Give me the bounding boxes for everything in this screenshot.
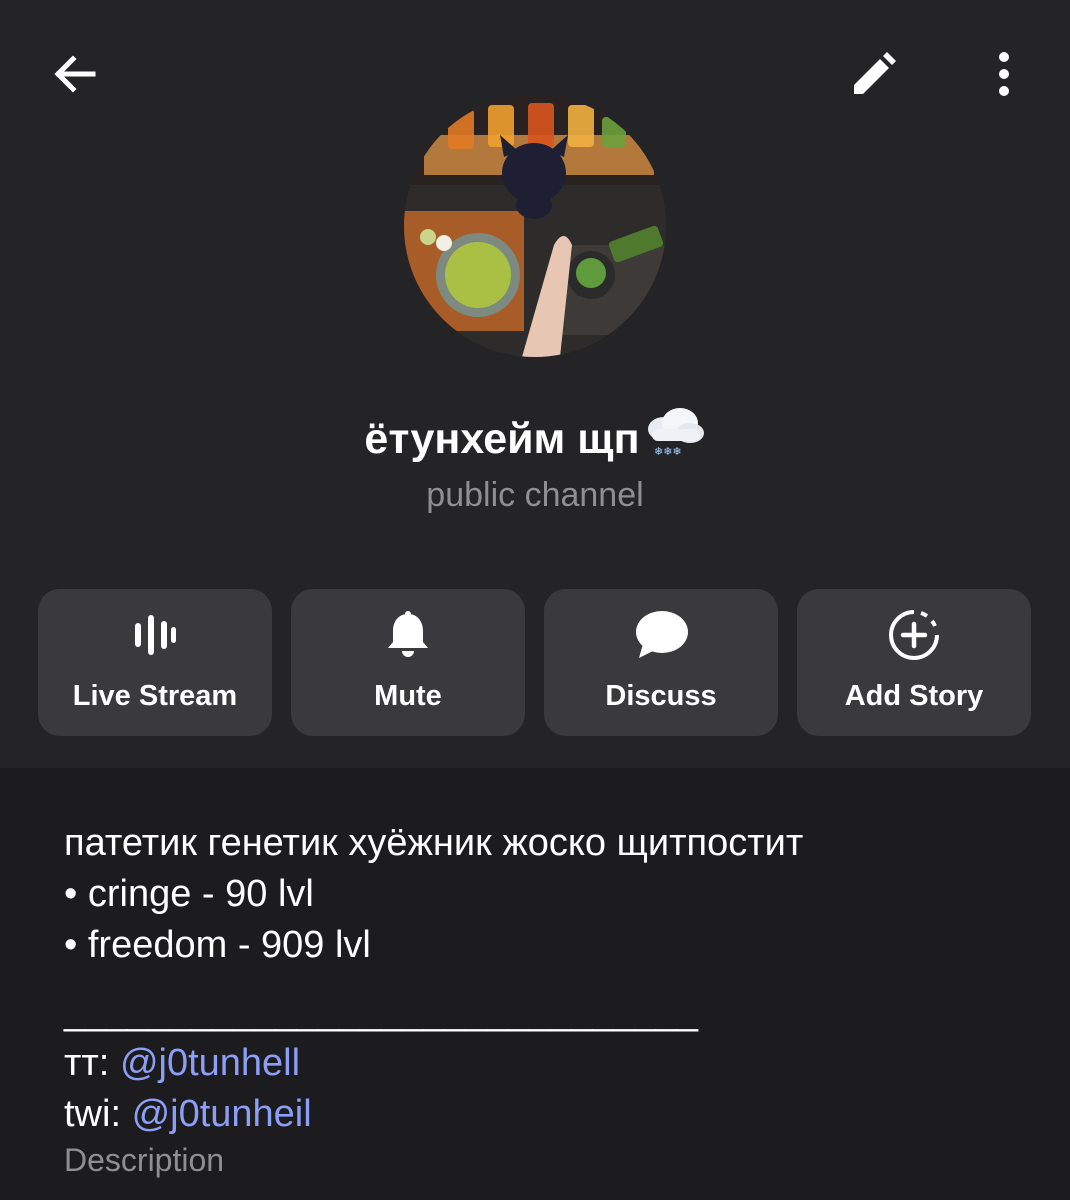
pencil-icon: [850, 50, 898, 103]
mute-label: Mute: [374, 680, 442, 712]
twi-prefix: twi:: [64, 1093, 132, 1135]
twi-handle-link[interactable]: @j0tunheil: [132, 1093, 312, 1135]
cloud-with-snow-icon: ❄❄❄: [642, 405, 706, 470]
add-story-label: Add Story: [844, 680, 984, 712]
channel-name: ётунхейм щп: [364, 415, 640, 463]
bio-line-2: • cringe - 90 lvl: [64, 873, 314, 915]
bio-line-1: патетик генетик хуёжник жоско щитпостит: [64, 822, 804, 864]
about-section: патетик генетик хуёжник жоско щитпостит …: [64, 818, 1024, 1140]
channel-type: public channel: [426, 476, 644, 514]
live-stream-icon: [38, 609, 272, 661]
edit-button[interactable]: [834, 36, 914, 116]
more-button[interactable]: [964, 36, 1044, 116]
arrow-left-icon: [51, 50, 99, 103]
channel-header: ётунхейм щп ❄❄❄ public channel Live Stre…: [0, 0, 1070, 768]
tt-line: тт: @j0tunhell: [64, 1038, 1024, 1089]
channel-title: ётунхейм щп ❄❄❄: [0, 405, 1070, 470]
channel-avatar[interactable]: [404, 95, 666, 357]
bio-line-3: • freedom - 909 lvl: [64, 924, 371, 966]
tt-handle-link[interactable]: @j0tunhell: [120, 1042, 300, 1084]
description-label: Description: [64, 1142, 225, 1178]
discuss-button[interactable]: Discuss: [544, 589, 778, 736]
tt-prefix: тт:: [64, 1042, 120, 1084]
discuss-label: Discuss: [605, 680, 717, 712]
live-stream-label: Live Stream: [72, 680, 238, 712]
chat-bubble-icon: [544, 609, 778, 661]
live-stream-button[interactable]: Live Stream: [38, 589, 272, 736]
bio-separator: ______________________________: [64, 991, 699, 1033]
svg-text:❄❄❄: ❄❄❄: [654, 445, 682, 458]
bell-icon: [291, 609, 525, 661]
mute-button[interactable]: Mute: [291, 589, 525, 736]
twi-line: twi: @j0tunheil: [64, 1089, 1024, 1140]
add-story-icon: [797, 609, 1031, 661]
back-button[interactable]: [35, 36, 115, 116]
more-vertical-icon: [994, 50, 1014, 103]
add-story-button[interactable]: Add Story: [797, 589, 1031, 736]
